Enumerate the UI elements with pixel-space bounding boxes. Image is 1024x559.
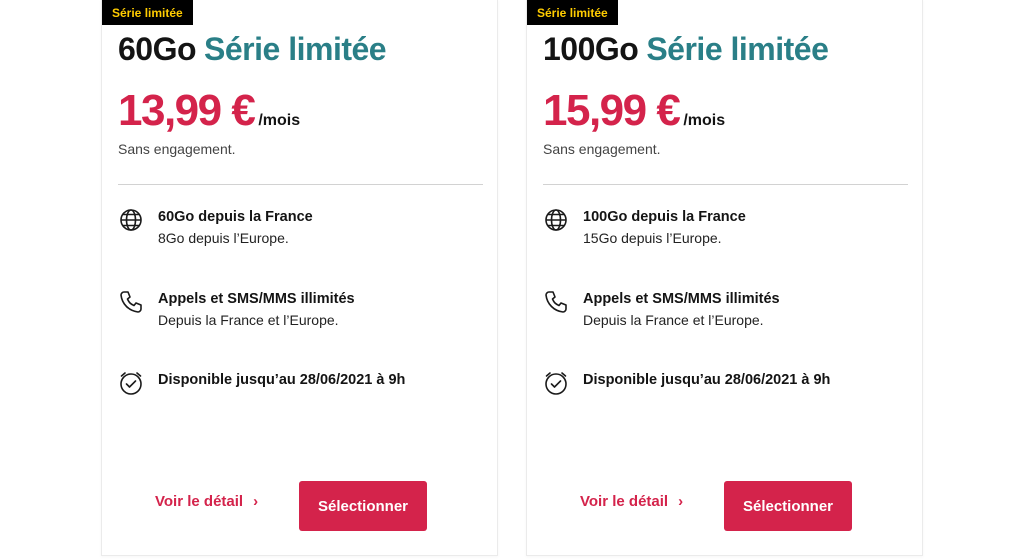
clock-check-icon — [120, 372, 142, 395]
offer-data-amount: 60Go — [118, 31, 197, 67]
offer-data-amount: 100Go — [543, 31, 639, 67]
offer-series-label: Série limitée — [204, 31, 387, 67]
feature-title: Appels et SMS/MMS illimités — [583, 291, 780, 307]
offer-price: 13,99 €/mois — [118, 86, 300, 136]
chevron-right-icon: › — [678, 493, 684, 510]
engagement-note: Sans engagement. — [543, 141, 661, 157]
feature-title: Disponible jusqu’au 28/06/2021 à 9h — [583, 372, 831, 388]
globe-icon — [120, 209, 142, 231]
divider — [118, 184, 483, 185]
offer-card-100go: Série limitée 100Go Série limitée 15,99 €… — [526, 0, 923, 556]
feature-title: Disponible jusqu’au 28/06/2021 à 9h — [158, 372, 406, 388]
offer-card-60go: Série limitée 60Go Série limitée 13,99 € /… — [101, 0, 498, 556]
offer-title: 100Go Série limitée — [543, 31, 829, 68]
feature-subtitle: 15Go depuis l’Europe. — [583, 230, 722, 246]
engagement-note: Sans engagement. — [118, 141, 236, 157]
select-offer-button[interactable]: Sélectionner — [724, 481, 852, 531]
offer-price: 15,99 €/mois — [543, 86, 725, 136]
price-amount: 13,99 € — [118, 86, 256, 135]
price-period: /mois — [683, 112, 726, 129]
price-period: /mois — [258, 112, 301, 129]
feature-subtitle: Depuis la France et l’Europe. — [583, 312, 764, 328]
view-detail-label: Voir le détail — [580, 493, 669, 510]
feature-subtitle: 8Go depuis l’Europe. — [158, 230, 289, 246]
globe-icon — [545, 209, 567, 231]
limited-series-badge: Série limitée — [102, 0, 193, 25]
select-offer-button[interactable]: Sélectionner — [299, 481, 427, 531]
chevron-right-icon: › — [253, 493, 259, 510]
view-detail-label: Voir le détail — [155, 493, 244, 510]
price-amount: 15,99 € — [543, 86, 681, 135]
divider — [543, 184, 908, 185]
phone-icon — [120, 291, 142, 313]
feature-title: Appels et SMS/MMS illimités — [158, 291, 355, 307]
view-detail-link[interactable]: Voir le détail › — [580, 493, 683, 510]
offer-title: 60Go Série limitée — [118, 31, 387, 68]
feature-title: 100Go depuis la France — [583, 209, 746, 225]
feature-subtitle: Depuis la France et l’Europe. — [158, 312, 339, 328]
feature-title: 60Go depuis la France — [158, 209, 313, 225]
clock-check-icon — [545, 372, 567, 395]
offer-series-label: Série limitée — [646, 31, 829, 67]
phone-icon — [545, 291, 567, 313]
view-detail-link[interactable]: Voir le détail › — [155, 493, 258, 510]
limited-series-badge: Série limitée — [527, 0, 618, 25]
